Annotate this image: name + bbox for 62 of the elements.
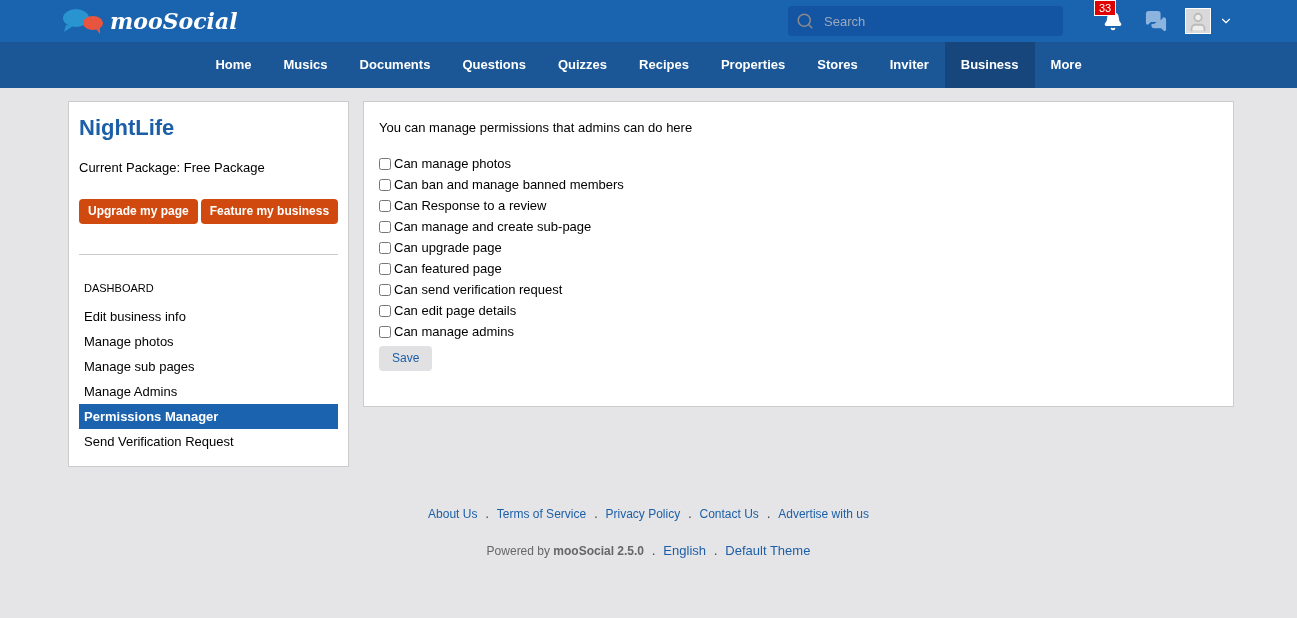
intro-text: You can manage permissions that admins can do here bbox=[379, 119, 694, 137]
permission-label: Can edit page details bbox=[394, 302, 517, 321]
permission-label: Can send verification request bbox=[394, 281, 563, 300]
permission-label: Can manage admins bbox=[394, 323, 514, 342]
menu-item[interactable]: Edit business info bbox=[79, 304, 338, 329]
nav-tab[interactable]: More bbox=[1034, 42, 1098, 88]
nav-tab[interactable]: Recipes bbox=[623, 42, 705, 88]
permission-label: Can featured page bbox=[394, 260, 502, 279]
section-label: DASHBOARD bbox=[83, 280, 155, 296]
search-field[interactable]: Search bbox=[788, 6, 1063, 36]
nav-tab[interactable]: Properties bbox=[704, 42, 802, 88]
footer-link[interactable]: Advertise with us bbox=[778, 505, 869, 523]
nav-tab[interactable]: Home bbox=[199, 42, 268, 88]
checkbox[interactable] bbox=[379, 242, 391, 254]
separator: . bbox=[714, 542, 718, 560]
nav-tab[interactable]: Questions bbox=[446, 42, 542, 88]
checkbox[interactable] bbox=[379, 200, 391, 212]
footer-link[interactable]: English bbox=[663, 541, 706, 561]
menu-item[interactable]: Send Verification Request bbox=[79, 429, 338, 454]
save-button[interactable]: Save bbox=[379, 345, 433, 371]
logo-text[interactable]: mooSocial bbox=[110, 4, 238, 38]
permission-label: Can upgrade page bbox=[394, 239, 502, 258]
action-button[interactable]: Upgrade my page bbox=[79, 198, 198, 224]
search-icon bbox=[796, 12, 814, 30]
permission-label: Can Response to a review bbox=[394, 197, 547, 216]
action-button[interactable]: Feature my business bbox=[200, 198, 339, 224]
page-title: NightLife bbox=[79, 114, 176, 142]
nav-tab[interactable]: Inviter bbox=[873, 42, 945, 88]
nav-tab[interactable]: Musics bbox=[267, 42, 344, 88]
separator: . bbox=[594, 506, 598, 523]
permission-label: Can ban and manage banned members bbox=[394, 176, 624, 195]
menu-item[interactable]: Manage Admins bbox=[79, 379, 338, 404]
footer-link[interactable]: Default Theme bbox=[725, 541, 811, 561]
nav-tab[interactable]: Business bbox=[944, 42, 1035, 88]
separator: . bbox=[485, 506, 489, 523]
menu-item[interactable]: Manage photos bbox=[79, 329, 338, 354]
menu-item[interactable]: Permissions Manager bbox=[79, 404, 338, 429]
notification-count: 33 bbox=[1094, 0, 1117, 16]
nav-tab[interactable]: Stores bbox=[801, 42, 874, 88]
nav-tab[interactable]: Documents bbox=[343, 42, 447, 88]
footer-link[interactable]: Terms of Service bbox=[496, 505, 587, 523]
footer-link[interactable]: Privacy Policy bbox=[605, 505, 681, 523]
checkbox[interactable] bbox=[379, 221, 391, 233]
speech-bubbles-icon bbox=[62, 8, 106, 34]
separator: . bbox=[652, 542, 656, 560]
chat-icon[interactable] bbox=[1145, 10, 1167, 32]
permission-label: Can manage and create sub-page bbox=[394, 218, 592, 237]
checkbox[interactable] bbox=[379, 284, 391, 296]
separator: . bbox=[688, 506, 692, 523]
package-text: Current Package: Free Package bbox=[79, 159, 266, 177]
checkbox[interactable] bbox=[379, 305, 391, 317]
checkbox[interactable] bbox=[379, 179, 391, 191]
permission-label: Can manage photos bbox=[394, 155, 512, 174]
checkbox[interactable] bbox=[379, 158, 391, 170]
separator: . bbox=[766, 506, 771, 523]
checkbox[interactable] bbox=[379, 263, 391, 275]
checkbox[interactable] bbox=[379, 326, 391, 338]
footer-link[interactable]: About Us bbox=[428, 505, 478, 523]
footer-link[interactable]: Contact Us bbox=[699, 505, 759, 523]
menu-item[interactable]: Manage sub pages bbox=[79, 354, 338, 379]
powered-by-text: Powered by mooSocial 2.5.0 bbox=[486, 542, 644, 560]
nav-tab[interactable]: Quizzes bbox=[541, 42, 624, 88]
